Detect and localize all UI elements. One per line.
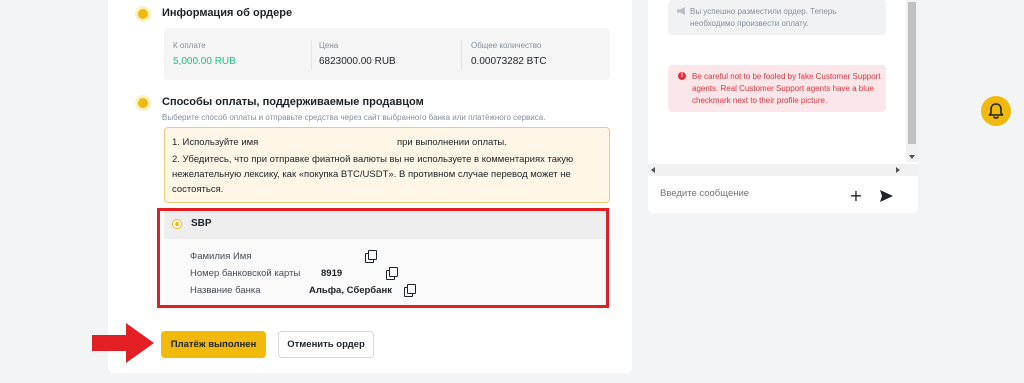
- bank-name-label: Название банка: [190, 285, 261, 296]
- quantity-value: 0.00073282 BTC: [471, 56, 547, 67]
- payment-methods-title: Способы оплаты, поддерживаемые продавцом: [162, 96, 424, 108]
- security-warning-message: ! Be careful not to be fooled by fake Cu…: [668, 65, 886, 112]
- payment-done-button[interactable]: Платёж выполнен: [161, 331, 266, 358]
- alert-icon: !: [678, 72, 686, 80]
- system-message-text: Вы успешно разместили ордер. Теперь необ…: [690, 7, 837, 28]
- warning-line-1b: при выполнении оплаты.: [397, 137, 507, 148]
- bank-name-value: Альфа, Сбербанк: [309, 285, 392, 296]
- warning-line-2: 2. Убедитесь, что при отправке фиатной в…: [172, 154, 574, 165]
- warning-line-3: нежелательную лексику, как «покупка BTC/…: [172, 169, 571, 180]
- security-warning-text: Be careful not to be fooled by fake Cust…: [692, 72, 881, 105]
- sbp-header[interactable]: SBP: [164, 208, 610, 239]
- warning-line-4: состояться.: [172, 184, 224, 195]
- divider: [311, 40, 312, 70]
- amount-value: 5,000.00 RUB: [173, 56, 236, 67]
- scroll-left-arrow[interactable]: [651, 167, 655, 173]
- copy-icon[interactable]: [365, 250, 377, 263]
- chat-horizontal-scrollbar[interactable]: [648, 164, 918, 176]
- divider: [461, 40, 462, 70]
- sbp-payment-method[interactable]: SBP Фамилия Имя Номер банковской карты 8…: [164, 208, 610, 307]
- bell-icon: [988, 103, 1004, 119]
- order-info-title: Информация об ордере: [162, 7, 293, 19]
- step-indicator-order-info: [138, 9, 148, 19]
- payment-warning-box: 1. Используйте имя при выполнении оплаты…: [164, 127, 610, 203]
- amount-label: К оплате: [173, 41, 206, 50]
- price-value: 6823000.00 RUB: [319, 56, 396, 67]
- notification-bell-button[interactable]: [981, 96, 1011, 126]
- warning-line-1a: 1. Используйте имя: [172, 137, 259, 148]
- system-message: Вы успешно разместили ордер. Теперь необ…: [668, 0, 886, 35]
- scroll-right-arrow[interactable]: [896, 167, 900, 173]
- add-attachment-button[interactable]: +: [845, 185, 867, 207]
- order-summary-box: К оплате 5,000.00 RUB Цена 6823000.00 RU…: [164, 28, 610, 80]
- cancel-order-button[interactable]: Отменить ордер: [278, 331, 374, 358]
- payment-hint: Выберите способ оплаты и отправьте средс…: [162, 113, 546, 122]
- card-number-label: Номер банковской карты: [190, 268, 301, 279]
- sbp-radio[interactable]: [172, 219, 182, 229]
- quantity-label: Общее количество: [471, 41, 542, 50]
- send-icon[interactable]: [876, 186, 896, 206]
- scroll-down-arrow[interactable]: [909, 155, 915, 159]
- megaphone-icon: [677, 7, 685, 15]
- step-indicator-payment: [138, 98, 148, 108]
- recipient-name-label: Фамилия Имя: [190, 251, 252, 262]
- copy-icon[interactable]: [404, 284, 416, 297]
- price-label: Цена: [319, 41, 339, 50]
- copy-icon[interactable]: [386, 267, 398, 280]
- card-number-value: 8919: [321, 268, 343, 279]
- sbp-details: Фамилия Имя Номер банковской карты 8919 …: [164, 239, 610, 307]
- sbp-method-name: SBP: [191, 218, 212, 229]
- chat-message-input[interactable]: [660, 184, 840, 204]
- arrow-annotation: [92, 323, 154, 363]
- chat-scrollbar-thumb[interactable]: [908, 2, 916, 144]
